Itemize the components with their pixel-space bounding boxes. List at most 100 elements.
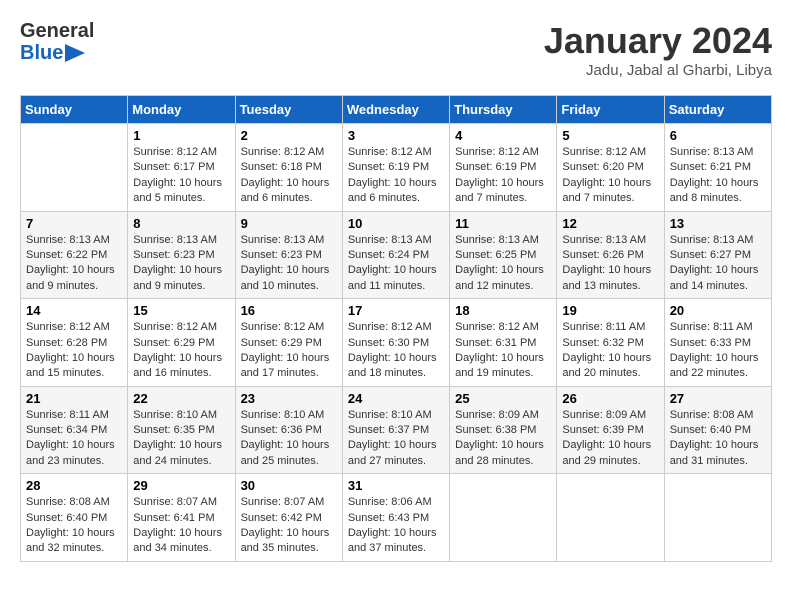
day-info: Sunrise: 8:12 AM Sunset: 6:29 PM Dayligh…	[133, 320, 229, 382]
day-info: Sunrise: 8:06 AM Sunset: 6:43 PM Dayligh…	[348, 495, 444, 557]
day-number: 20	[670, 303, 766, 318]
day-number: 3	[348, 128, 444, 143]
week-row-5: 28 Sunrise: 8:08 AM Sunset: 6:40 PM Dayli…	[21, 474, 772, 562]
calendar-cell: 20 Sunrise: 8:11 AM Sunset: 6:33 PM Dayli…	[664, 299, 771, 387]
day-number: 15	[133, 303, 229, 318]
day-number: 1	[133, 128, 229, 143]
day-info: Sunrise: 8:12 AM Sunset: 6:20 PM Dayligh…	[562, 145, 658, 207]
logo-general-text: General	[20, 20, 94, 42]
day-number: 14	[26, 303, 122, 318]
calendar-cell	[557, 474, 664, 562]
day-info: Sunrise: 8:10 AM Sunset: 6:37 PM Dayligh…	[348, 408, 444, 470]
day-info: Sunrise: 8:12 AM Sunset: 6:31 PM Dayligh…	[455, 320, 551, 382]
calendar-cell: 27 Sunrise: 8:08 AM Sunset: 6:40 PM Dayli…	[664, 386, 771, 474]
calendar-cell: 18 Sunrise: 8:12 AM Sunset: 6:31 PM Dayli…	[450, 299, 557, 387]
calendar-cell: 25Sunrise: 8:09 AM Sunset: 6:38 PM Dayli…	[450, 386, 557, 474]
day-number: 12	[562, 216, 658, 231]
day-number: 24	[348, 391, 444, 406]
calendar-cell: 8 Sunrise: 8:13 AM Sunset: 6:23 PM Daylig…	[128, 211, 235, 299]
calendar-cell: 29 Sunrise: 8:07 AM Sunset: 6:41 PM Dayli…	[128, 474, 235, 562]
day-info: Sunrise: 8:10 AM Sunset: 6:35 PM Dayligh…	[133, 408, 229, 470]
day-info: Sunrise: 8:12 AM Sunset: 6:19 PM Dayligh…	[455, 145, 551, 207]
calendar-cell: 2Sunrise: 8:12 AM Sunset: 6:18 PM Daylig…	[235, 124, 342, 212]
calendar-cell	[664, 474, 771, 562]
day-number: 29	[133, 478, 229, 493]
calendar-cell: 14Sunrise: 8:12 AM Sunset: 6:28 PM Dayli…	[21, 299, 128, 387]
day-info: Sunrise: 8:12 AM Sunset: 6:29 PM Dayligh…	[241, 320, 337, 382]
calendar-cell: 23 Sunrise: 8:10 AM Sunset: 6:36 PM Dayli…	[235, 386, 342, 474]
day-info: Sunrise: 8:07 AM Sunset: 6:41 PM Dayligh…	[133, 495, 229, 557]
day-number: 8	[133, 216, 229, 231]
day-info: Sunrise: 8:12 AM Sunset: 6:19 PM Dayligh…	[348, 145, 444, 207]
day-number: 2	[241, 128, 337, 143]
weekday-header-sunday: Sunday	[21, 96, 128, 124]
calendar-cell: 11Sunrise: 8:13 AM Sunset: 6:25 PM Dayli…	[450, 211, 557, 299]
day-number: 23	[241, 391, 337, 406]
calendar-cell: 10Sunrise: 8:13 AM Sunset: 6:24 PM Dayli…	[342, 211, 449, 299]
day-number: 11	[455, 216, 551, 231]
weekday-header-row: SundayMondayTuesdayWednesdayThursdayFrid…	[21, 96, 772, 124]
calendar-cell: 26 Sunrise: 8:09 AM Sunset: 6:39 PM Dayli…	[557, 386, 664, 474]
day-number: 9	[241, 216, 337, 231]
calendar-cell: 1 Sunrise: 8:12 AM Sunset: 6:17 PM Daylig…	[128, 124, 235, 212]
week-row-2: 7 Sunrise: 8:13 AM Sunset: 6:22 PM Daylig…	[21, 211, 772, 299]
logo: General Blue	[20, 20, 94, 64]
day-number: 19	[562, 303, 658, 318]
day-number: 17	[348, 303, 444, 318]
weekday-header-wednesday: Wednesday	[342, 96, 449, 124]
day-info: Sunrise: 8:11 AM Sunset: 6:32 PM Dayligh…	[562, 320, 658, 382]
calendar-cell	[450, 474, 557, 562]
weekday-header-tuesday: Tuesday	[235, 96, 342, 124]
calendar-cell: 17 Sunrise: 8:12 AM Sunset: 6:30 PM Dayli…	[342, 299, 449, 387]
day-number: 6	[670, 128, 766, 143]
day-number: 16	[241, 303, 337, 318]
day-info: Sunrise: 8:11 AM Sunset: 6:34 PM Dayligh…	[26, 408, 122, 470]
calendar-table: SundayMondayTuesdayWednesdayThursdayFrid…	[20, 95, 772, 562]
month-year-title: January 2024	[544, 20, 772, 62]
calendar-cell: 21 Sunrise: 8:11 AM Sunset: 6:34 PM Dayli…	[21, 386, 128, 474]
calendar-cell	[21, 124, 128, 212]
calendar-cell: 22 Sunrise: 8:10 AM Sunset: 6:35 PM Dayli…	[128, 386, 235, 474]
week-row-3: 14Sunrise: 8:12 AM Sunset: 6:28 PM Dayli…	[21, 299, 772, 387]
day-info: Sunrise: 8:13 AM Sunset: 6:26 PM Dayligh…	[562, 233, 658, 295]
calendar-cell: 9 Sunrise: 8:13 AM Sunset: 6:23 PM Daylig…	[235, 211, 342, 299]
day-number: 26	[562, 391, 658, 406]
day-info: Sunrise: 8:13 AM Sunset: 6:22 PM Dayligh…	[26, 233, 122, 295]
day-info: Sunrise: 8:12 AM Sunset: 6:30 PM Dayligh…	[348, 320, 444, 382]
logo-blue-text: Blue	[20, 42, 94, 64]
location-subtitle: Jadu, Jabal al Gharbi, Libya	[544, 62, 772, 79]
day-info: Sunrise: 8:13 AM Sunset: 6:27 PM Dayligh…	[670, 233, 766, 295]
day-number: 7	[26, 216, 122, 231]
day-number: 31	[348, 478, 444, 493]
day-info: Sunrise: 8:10 AM Sunset: 6:36 PM Dayligh…	[241, 408, 337, 470]
day-info: Sunrise: 8:09 AM Sunset: 6:39 PM Dayligh…	[562, 408, 658, 470]
day-number: 10	[348, 216, 444, 231]
calendar-cell: 24 Sunrise: 8:10 AM Sunset: 6:37 PM Dayli…	[342, 386, 449, 474]
day-info: Sunrise: 8:12 AM Sunset: 6:17 PM Dayligh…	[133, 145, 229, 207]
day-info: Sunrise: 8:08 AM Sunset: 6:40 PM Dayligh…	[26, 495, 122, 557]
calendar-cell: 4 Sunrise: 8:12 AM Sunset: 6:19 PM Daylig…	[450, 124, 557, 212]
calendar-cell: 31 Sunrise: 8:06 AM Sunset: 6:43 PM Dayli…	[342, 474, 449, 562]
weekday-header-monday: Monday	[128, 96, 235, 124]
day-number: 22	[133, 391, 229, 406]
weekday-header-thursday: Thursday	[450, 96, 557, 124]
calendar-cell: 15 Sunrise: 8:12 AM Sunset: 6:29 PM Dayli…	[128, 299, 235, 387]
weekday-header-friday: Friday	[557, 96, 664, 124]
calendar-cell: 19 Sunrise: 8:11 AM Sunset: 6:32 PM Dayli…	[557, 299, 664, 387]
day-number: 28	[26, 478, 122, 493]
page-header: General Blue January 2024 Jadu, Jabal al…	[20, 20, 772, 79]
day-number: 18	[455, 303, 551, 318]
week-row-1: 1 Sunrise: 8:12 AM Sunset: 6:17 PM Daylig…	[21, 124, 772, 212]
day-number: 27	[670, 391, 766, 406]
day-info: Sunrise: 8:08 AM Sunset: 6:40 PM Dayligh…	[670, 408, 766, 470]
day-number: 21	[26, 391, 122, 406]
day-info: Sunrise: 8:11 AM Sunset: 6:33 PM Dayligh…	[670, 320, 766, 382]
calendar-cell: 16 Sunrise: 8:12 AM Sunset: 6:29 PM Dayli…	[235, 299, 342, 387]
day-info: Sunrise: 8:13 AM Sunset: 6:23 PM Dayligh…	[241, 233, 337, 295]
calendar-cell: 30Sunrise: 8:07 AM Sunset: 6:42 PM Dayli…	[235, 474, 342, 562]
day-number: 13	[670, 216, 766, 231]
calendar-cell: 3 Sunrise: 8:12 AM Sunset: 6:19 PM Daylig…	[342, 124, 449, 212]
calendar-cell: 7 Sunrise: 8:13 AM Sunset: 6:22 PM Daylig…	[21, 211, 128, 299]
day-info: Sunrise: 8:13 AM Sunset: 6:23 PM Dayligh…	[133, 233, 229, 295]
day-number: 4	[455, 128, 551, 143]
